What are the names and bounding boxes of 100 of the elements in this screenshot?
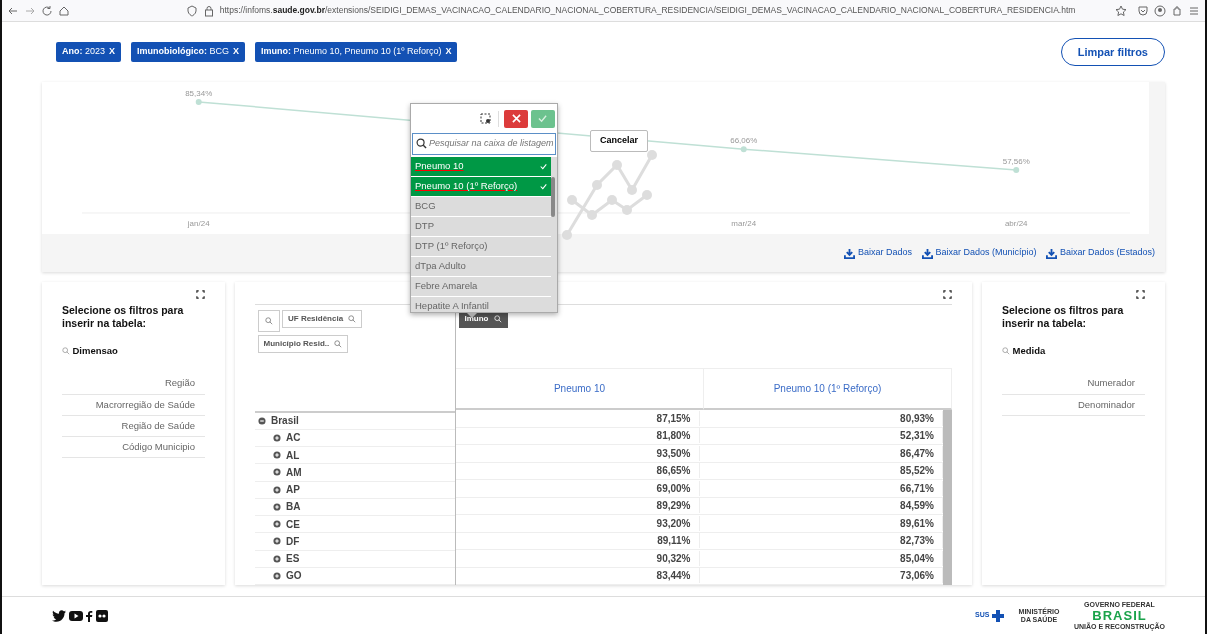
search-icon [415,138,427,150]
row-label: BA [286,500,301,515]
collapse-icon[interactable] [258,416,266,425]
download-icon [844,247,856,259]
field-list-item[interactable]: Macrorregião de Saúde [62,394,205,416]
field-list-item[interactable]: Denominador [1002,394,1145,416]
listbox-item[interactable]: dTpa Adulto [411,257,551,278]
filter-label: Imunobiológico: BCG [137,45,230,59]
expand-row-icon[interactable] [273,502,281,511]
youtube-icon[interactable] [68,609,83,622]
table-cell: 89,11% [456,533,700,549]
shield-icon [185,4,198,17]
download-link[interactable]: Baixar Dados (Estados) [1046,246,1155,260]
filter-label: Ano: 2023 [62,45,106,59]
twitter-icon[interactable] [52,609,66,622]
listbox-search-field[interactable]: Pesquisar na caixa de listagem [412,133,556,155]
cancel-selection-button[interactable] [504,109,528,128]
data-point [740,146,747,153]
cancel-button[interactable]: Cancelar [590,130,649,152]
extensions-icon[interactable] [1171,4,1183,17]
data-point [1013,167,1020,173]
listbox-item[interactable]: DTP (1º Reforço) [411,237,551,258]
brasil-logo-text: BRASIL [1092,608,1147,623]
axis-label: jan/24 [187,219,210,228]
filter-label: Imuno: Pneumo 10, Pneumo 10 (1º Reforço) [261,45,442,59]
expand-row-icon[interactable] [273,554,281,563]
column-header[interactable]: Pneumo 10 [456,368,704,410]
table-cell: 86,65% [456,463,700,479]
search-icon [493,315,502,323]
expand-icon[interactable] [943,290,952,299]
search-icon [62,347,70,356]
expand-row-icon[interactable] [273,485,281,494]
row-label: GO [286,569,302,584]
remove-filter-button[interactable]: X [445,45,452,59]
expand-row-icon[interactable] [273,468,281,477]
clear-filters-button[interactable]: Limpar filtros [1060,37,1165,67]
download-link[interactable]: Baixar Dados (Município) [921,246,1037,260]
expand-row-icon[interactable] [273,571,281,580]
reload-icon[interactable] [41,4,53,17]
check-icon [540,183,547,191]
axis-label: mar/24 [731,219,757,228]
row-label: ES [286,552,300,567]
expand-row-icon[interactable] [273,520,281,529]
star-icon[interactable] [1115,4,1127,17]
table-cell: 87,15% [456,410,700,426]
panel-title: Selecione os filtros para inserir na tabela: [62,304,185,330]
dimension-chip[interactable]: Município Resid.. [257,334,349,353]
scrollbar-thumb[interactable] [551,177,555,218]
expand-icon[interactable] [196,290,205,299]
table-cell: 93,50% [456,445,700,461]
lock-icon [202,4,215,17]
data-label: 66,06% [730,136,758,146]
expand-row-icon[interactable] [273,537,281,546]
search-icon [334,339,343,348]
table-cell: 81,80% [456,428,700,444]
listbox-item[interactable]: Pneumo 10 [411,157,551,178]
expand-row-icon[interactable] [273,451,281,460]
facebook-icon[interactable] [85,609,93,622]
panel-title: Selecione os filtros para inserir na tabela: [1002,304,1125,330]
pocket-icon[interactable] [1137,4,1149,17]
field-list-item[interactable]: Código Municipio [62,437,205,459]
check-icon [538,114,547,124]
close-icon [511,114,521,124]
download-link[interactable]: Baixar Dados [844,246,912,260]
remove-filter-button[interactable]: X [109,45,116,59]
listbox-item[interactable]: Febre Amarela [411,277,551,298]
row-label: Brasil [271,414,299,429]
table-cell: 90,32% [456,550,700,566]
listbox-item[interactable]: DTP [411,217,551,238]
field-list-item[interactable]: Região [62,373,205,395]
field-list-item[interactable]: Região de Saúde [62,415,205,438]
listbox-item[interactable]: Hepatite A Infantil [411,297,551,312]
field-list-item[interactable]: Numerador [1002,373,1145,395]
cross-icon [992,609,1004,622]
column-header[interactable]: Pneumo 10 (1º Reforço) [704,368,952,410]
row-label: AC [286,431,301,446]
listbox-item[interactable]: BCG [411,197,551,218]
table-cell: 93,20% [456,515,700,531]
row-label: CE [286,517,300,532]
dimension-chip[interactable]: UF Residência [282,310,363,328]
home-icon[interactable] [58,4,70,17]
selection-tool-icon[interactable] [480,112,492,125]
search-icon [264,316,273,325]
expand-row-icon[interactable] [273,433,281,442]
expand-icon[interactable] [1136,290,1145,299]
row-label: AL [286,448,300,463]
listbox-item[interactable]: Pneumo 10 (1º Reforço) [411,177,551,198]
flickr-icon[interactable] [95,609,108,622]
table-cell: 69,00% [456,480,700,496]
data-point [195,98,202,105]
account-icon[interactable] [1154,4,1166,17]
data-label: 57,56% [1002,156,1030,166]
remove-filter-button[interactable]: X [233,45,240,59]
download-icon [1046,247,1058,259]
row-label: AM [286,465,302,480]
data-label: 85,34% [185,88,213,98]
search-icon [1002,347,1010,356]
table-cell: 89,29% [456,498,700,514]
scrollbar-thumb[interactable] [943,410,952,585]
axis-label: abr/24 [1004,219,1028,228]
